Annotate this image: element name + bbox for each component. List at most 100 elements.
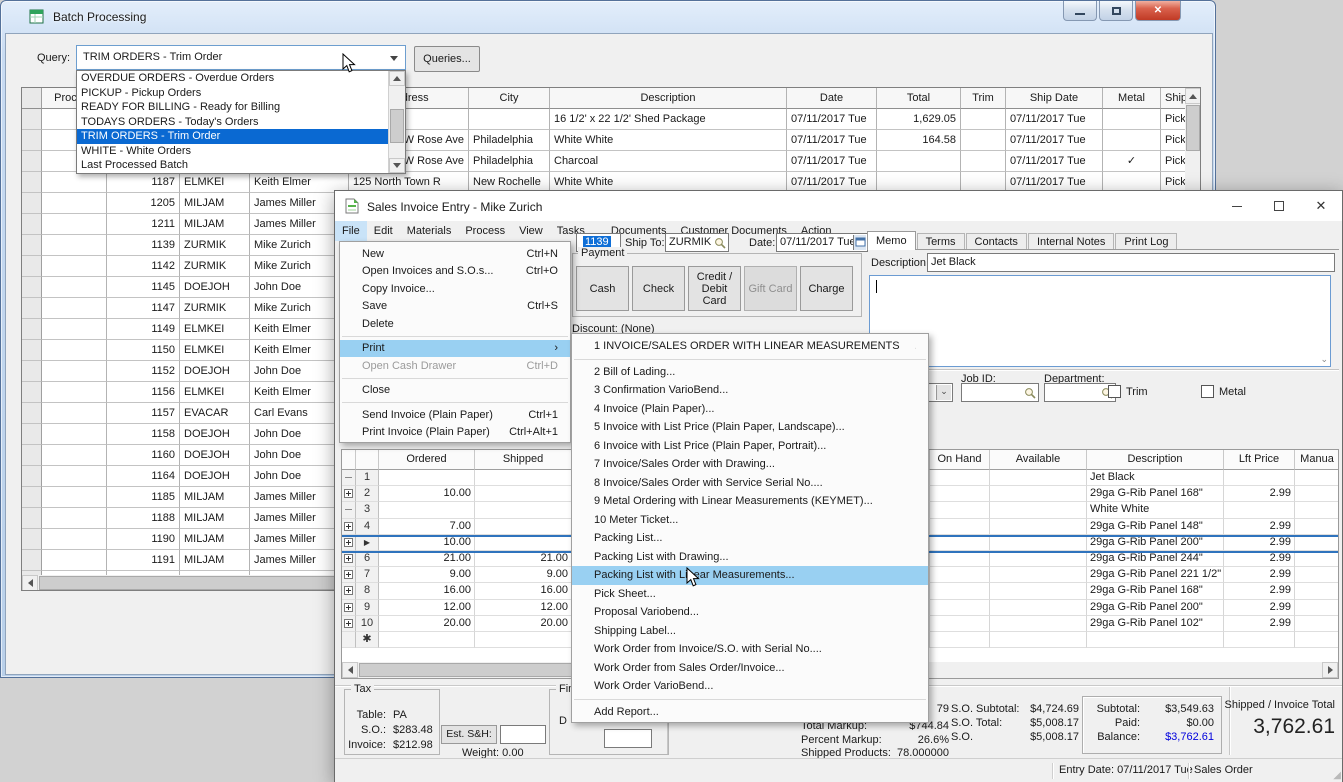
- batch-cell-code[interactable]: MILJAM: [180, 508, 250, 529]
- payment-button-charge[interactable]: Charge: [800, 266, 853, 311]
- grid-cell-num[interactable]: 1: [356, 470, 379, 486]
- dropdown-scrollbar[interactable]: [388, 71, 405, 173]
- expand-icon[interactable]: [344, 489, 353, 498]
- grid-cell-lft_price[interactable]: 2.99: [1224, 600, 1295, 616]
- grid-cell-num[interactable]: ✱: [356, 632, 379, 648]
- menu-materials[interactable]: Materials: [400, 221, 459, 241]
- batch-cell-process[interactable]: [42, 403, 107, 424]
- batch-cell-num[interactable]: 1160: [107, 445, 180, 466]
- grid-cell-shipped[interactable]: [475, 470, 572, 486]
- batch-cell-num[interactable]: 1157: [107, 403, 180, 424]
- batch-column-header[interactable]: Metal: [1103, 88, 1161, 109]
- batch-cell-gutter[interactable]: [22, 130, 42, 151]
- resize-grip[interactable]: ◢: [1333, 770, 1341, 781]
- payment-button-check[interactable]: Check: [632, 266, 685, 311]
- batch-cell-process[interactable]: [42, 319, 107, 340]
- expand-icon[interactable]: [344, 603, 353, 612]
- grid-cell-num[interactable]: 2: [356, 486, 379, 502]
- grid-cell-lft_price[interactable]: 2.99: [1224, 583, 1295, 599]
- batch-cell-gutter[interactable]: [22, 214, 42, 235]
- batch-cell-gutter[interactable]: [22, 529, 42, 550]
- print-submenu-item[interactable]: Add Report...: [572, 703, 928, 722]
- grid-cell-manual[interactable]: [1295, 551, 1339, 567]
- batch-cell-process[interactable]: [42, 340, 107, 361]
- tab-internal-notes[interactable]: Internal Notes: [1028, 233, 1114, 250]
- grid-cell-on_hand[interactable]: [930, 470, 990, 486]
- grid-cell-lft_price[interactable]: [1224, 632, 1295, 648]
- batch-cell-process[interactable]: [42, 424, 107, 445]
- grid-cell-manual[interactable]: [1295, 600, 1339, 616]
- batch-cell-code[interactable]: MILJAM: [180, 550, 250, 571]
- batch-column-header[interactable]: Total: [877, 88, 961, 109]
- grid-cell-available[interactable]: [990, 551, 1087, 567]
- grid-cell-shipped[interactable]: [475, 519, 572, 535]
- batch-cell-total[interactable]: [877, 151, 961, 172]
- grid-cell-on_hand[interactable]: [930, 519, 990, 535]
- grid-cell-ordered[interactable]: [379, 632, 475, 648]
- batch-cell-num[interactable]: 1156: [107, 382, 180, 403]
- batch-cell-gutter[interactable]: [22, 172, 42, 193]
- batch-cell-gutter[interactable]: [22, 550, 42, 571]
- batch-cell-process[interactable]: [42, 361, 107, 382]
- batch-column-header[interactable]: Date: [787, 88, 877, 109]
- batch-cell-date[interactable]: 07/11/2017 Tue: [787, 109, 877, 130]
- financing-field[interactable]: [604, 729, 652, 748]
- batch-cell-date[interactable]: 07/11/2017 Tue: [787, 130, 877, 151]
- grid-cell-manual[interactable]: [1295, 502, 1339, 518]
- grid-cell-ordered[interactable]: 10.00: [379, 535, 475, 551]
- grid-cell-description[interactable]: 29ga G-Rib Panel 148": [1087, 519, 1224, 535]
- batch-cell-city[interactable]: Philadelphia: [469, 130, 550, 151]
- batch-cell-num[interactable]: 1190: [107, 529, 180, 550]
- grid-cell-on_hand[interactable]: [930, 567, 990, 583]
- batch-cell-num[interactable]: 1147: [107, 298, 180, 319]
- invoice-titlebar[interactable]: Sales Invoice Entry - Mike Zurich ✕: [335, 191, 1342, 221]
- batch-cell-process[interactable]: [42, 277, 107, 298]
- batch-cell-gutter[interactable]: [22, 193, 42, 214]
- batch-cell-gutter[interactable]: [22, 487, 42, 508]
- batch-cell-gutter[interactable]: [22, 361, 42, 382]
- batch-cell-code[interactable]: ELMKEI: [180, 319, 250, 340]
- file-menu-item[interactable]: Print Invoice (Plain Paper)Ctrl+Alt+1: [340, 424, 570, 442]
- grid-cell-gutter[interactable]: [342, 583, 356, 599]
- grid-cell-manual[interactable]: [1295, 486, 1339, 502]
- query-dropdown-item[interactable]: Last Processed Batch: [77, 158, 388, 173]
- grid-cell-lft_price[interactable]: [1224, 502, 1295, 518]
- grid-cell-available[interactable]: [990, 535, 1087, 551]
- maximize-button[interactable]: [1099, 1, 1133, 21]
- grid-cell-ordered[interactable]: 20.00: [379, 616, 475, 632]
- batch-cell-code[interactable]: ZURMIK: [180, 298, 250, 319]
- grid-cell-description[interactable]: White White: [1087, 502, 1224, 518]
- file-menu-item[interactable]: SaveCtrl+S: [340, 298, 570, 316]
- grid-cell-ordered[interactable]: [379, 502, 475, 518]
- close-icon[interactable]: ✕: [1300, 191, 1342, 221]
- print-submenu-item[interactable]: Work Order VarioBend...: [572, 677, 928, 696]
- minimize-button[interactable]: [1063, 1, 1097, 21]
- grid-cell-gutter[interactable]: [342, 567, 356, 583]
- grid-cell-on_hand[interactable]: [930, 600, 990, 616]
- batch-cell-gutter[interactable]: [22, 508, 42, 529]
- grid-cell-manual[interactable]: [1295, 583, 1339, 599]
- grid-cell-ordered[interactable]: 7.00: [379, 519, 475, 535]
- batch-column-header[interactable]: Description: [550, 88, 787, 109]
- metal-checkbox[interactable]: [1201, 385, 1214, 398]
- expand-icon[interactable]: [344, 586, 353, 595]
- batch-cell-num[interactable]: 1188: [107, 508, 180, 529]
- grid-cell-manual[interactable]: [1295, 535, 1339, 551]
- batch-column-header[interactable]: [22, 88, 42, 109]
- grid-cell-lft_price[interactable]: [1224, 470, 1295, 486]
- batch-cell-process[interactable]: [42, 508, 107, 529]
- grid-cell-description[interactable]: 29ga G-Rib Panel 200": [1087, 535, 1224, 551]
- grid-cell-on_hand[interactable]: [930, 502, 990, 518]
- file-menu-item[interactable]: Send Invoice (Plain Paper)Ctrl+1: [340, 406, 570, 424]
- batch-cell-code[interactable]: DOEJOH: [180, 361, 250, 382]
- grid-cell-gutter[interactable]: [342, 486, 356, 502]
- grid-cell-gutter[interactable]: [342, 600, 356, 616]
- batch-cell-num[interactable]: 1139: [107, 235, 180, 256]
- file-menu-item[interactable]: Copy Invoice...: [340, 280, 570, 298]
- grid-cell-description[interactable]: 29ga G-Rib Panel 168": [1087, 486, 1224, 502]
- grid-cell-lft_price[interactable]: 2.99: [1224, 535, 1295, 551]
- ship-to-field[interactable]: ZURMIK: [665, 233, 729, 252]
- batch-cell-process[interactable]: [42, 298, 107, 319]
- print-submenu-item[interactable]: 1 INVOICE/SALES ORDER WITH LINEAR MEASUR…: [572, 337, 928, 356]
- batch-cell-code[interactable]: DOEJOH: [180, 277, 250, 298]
